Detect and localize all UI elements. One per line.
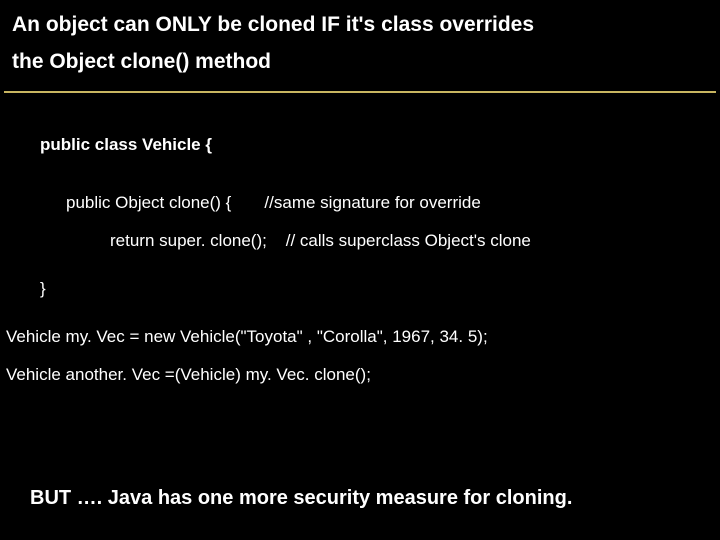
code-usage-1: Vehicle my. Vec = new Vehicle("Toyota" ,… (0, 327, 720, 347)
code-class-decl: public class Vehicle { (0, 135, 720, 155)
title-line-2: the Object clone() method (12, 47, 708, 82)
code-return-line: return super. clone(); // calls supercla… (0, 231, 720, 251)
slide: An object can ONLY be cloned IF it's cla… (0, 0, 720, 540)
footer-note: BUT …. Java has one more security measur… (30, 487, 700, 510)
title-line-1: An object can ONLY be cloned IF it's cla… (12, 10, 708, 39)
code-usage-2: Vehicle another. Vec =(Vehicle) my. Vec.… (0, 365, 720, 385)
code-close-brace: } (0, 279, 720, 299)
body: public class Vehicle { public Object clo… (0, 93, 720, 385)
code-method-decl: public Object clone() { //same signature… (0, 193, 720, 213)
title-block: An object can ONLY be cloned IF it's cla… (0, 0, 720, 91)
